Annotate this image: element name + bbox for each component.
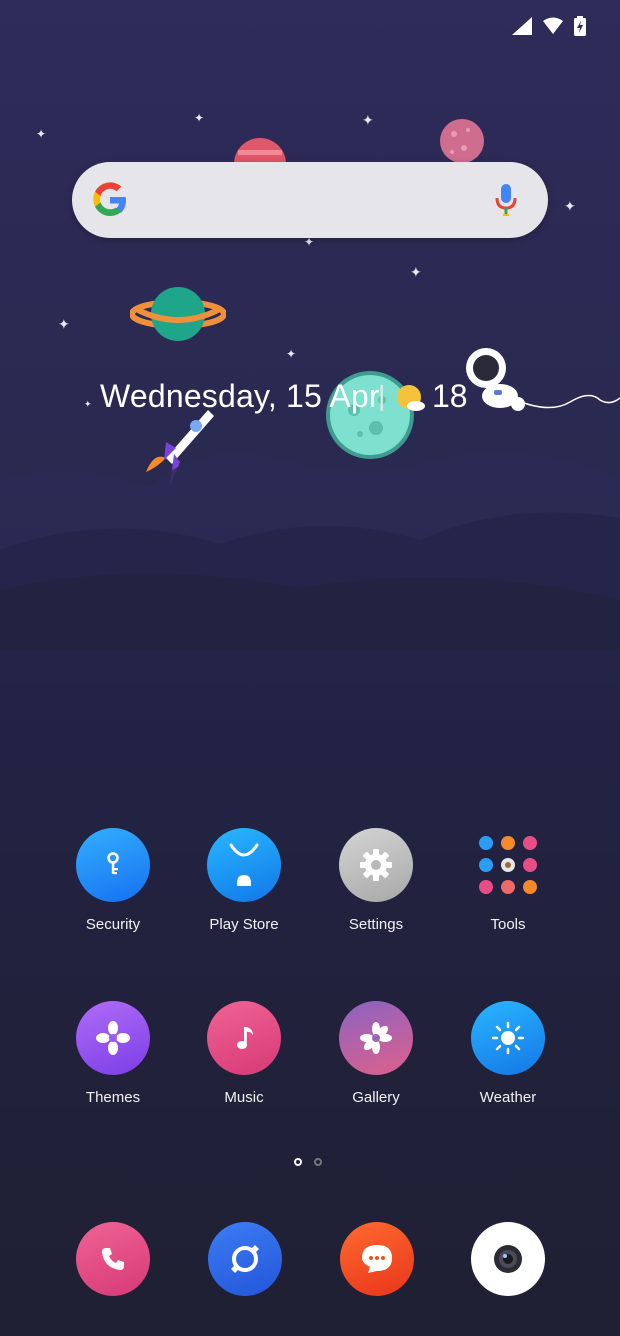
- app-settings[interactable]: Settings: [310, 828, 442, 933]
- app-label: Play Store: [209, 916, 279, 933]
- dock-browser[interactable]: [208, 1222, 282, 1296]
- gear-icon: [339, 828, 413, 902]
- app-security[interactable]: Security: [47, 828, 179, 933]
- phone-icon: [76, 1222, 150, 1296]
- ringed-planet-illustration: [130, 287, 226, 341]
- app-label: Music: [224, 1089, 264, 1106]
- message-icon: [340, 1222, 414, 1296]
- page-dot-active[interactable]: [294, 1158, 302, 1166]
- star-icon: ✦: [410, 264, 422, 280]
- page-dot[interactable]: [314, 1158, 322, 1166]
- key-icon: [76, 828, 150, 902]
- gallery-flower-icon: [339, 1001, 413, 1075]
- google-search-bar[interactable]: [72, 162, 548, 238]
- temperature-text[interactable]: 18: [432, 378, 468, 415]
- app-label: Weather: [479, 1089, 537, 1106]
- compass-icon: [208, 1222, 282, 1296]
- wifi-icon: [543, 17, 563, 34]
- dock-camera[interactable]: [471, 1222, 545, 1296]
- tools-grid-icon: [471, 828, 545, 902]
- date-text[interactable]: Wednesday, 15 Apr: [100, 378, 380, 415]
- google-g-icon: [93, 182, 126, 216]
- widget-separator: |: [378, 380, 386, 411]
- android-bag-icon: [207, 828, 281, 902]
- signal-icon: [512, 17, 532, 35]
- app-play-store[interactable]: Play Store: [178, 828, 310, 933]
- battery-charging-icon: [574, 16, 586, 36]
- app-label: Themes: [85, 1089, 141, 1106]
- dock-messages[interactable]: [340, 1222, 414, 1296]
- status-bar: [512, 16, 586, 36]
- star-icon: ✦: [564, 198, 576, 214]
- flower-icon: [76, 1001, 150, 1075]
- music-note-icon: [207, 1001, 281, 1075]
- star-icon: ✦: [36, 127, 47, 141]
- app-themes[interactable]: Themes: [47, 1001, 179, 1106]
- app-label: Gallery: [352, 1089, 400, 1106]
- app-label: Tools: [490, 916, 526, 933]
- app-tools-folder[interactable]: Tools: [442, 828, 574, 933]
- star-icon: ✦: [194, 111, 205, 125]
- app-weather[interactable]: Weather: [442, 1001, 574, 1106]
- app-music[interactable]: Music: [178, 1001, 310, 1106]
- sun-icon: [471, 1001, 545, 1075]
- app-label: Settings: [348, 916, 404, 933]
- page-indicator[interactable]: [294, 1158, 322, 1166]
- camera-icon: [471, 1222, 545, 1296]
- partly-sunny-icon[interactable]: [394, 384, 426, 412]
- pink-planet-illustration: [440, 119, 484, 163]
- star-icon: ✦: [286, 347, 297, 361]
- star-icon: ✦: [362, 112, 374, 128]
- star-icon: ✦: [58, 316, 70, 332]
- hills-illustration: [0, 452, 620, 650]
- app-gallery[interactable]: Gallery: [310, 1001, 442, 1106]
- app-label: Security: [85, 916, 141, 933]
- dock-phone[interactable]: [76, 1222, 150, 1296]
- star-icon: ✦: [84, 399, 92, 409]
- mic-icon[interactable]: [494, 184, 518, 216]
- astronaut-illustration: [466, 348, 620, 411]
